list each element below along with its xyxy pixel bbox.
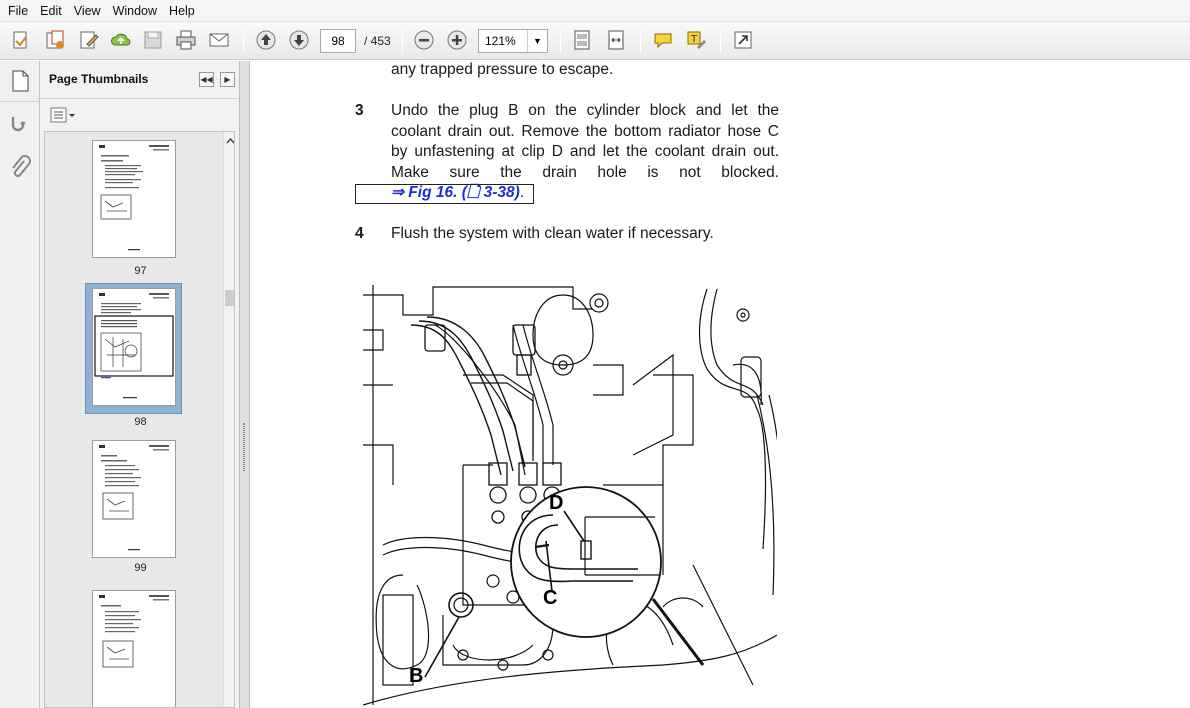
thumbnail-scrollbar[interactable] <box>223 132 235 707</box>
expand-icon[interactable] <box>730 27 756 53</box>
zoom-in-icon[interactable] <box>444 27 470 53</box>
create-pdf-icon[interactable] <box>8 27 34 53</box>
step-number: 3 <box>355 102 364 119</box>
thumbnail-label: 97 <box>134 265 147 277</box>
chevron-up-icon[interactable] <box>224 134 235 148</box>
page-total: / 453 <box>364 34 391 48</box>
menu-file[interactable]: File <box>2 0 34 22</box>
comment-icon[interactable] <box>650 27 676 53</box>
scrollbar-thumb[interactable] <box>225 290 234 306</box>
zoom-select[interactable]: 121% ▼ <box>478 29 548 53</box>
thumbnail-label: 98 <box>134 416 147 428</box>
step-number: 4 <box>355 225 364 242</box>
link-focus-box <box>355 184 534 204</box>
zoom-value: 121% <box>485 34 516 48</box>
next-page-icon[interactable] <box>286 27 312 53</box>
upload-cloud-icon[interactable] <box>108 27 134 53</box>
email-icon[interactable] <box>206 27 232 53</box>
page-thumbnails-panel: Page Thumbnails ◀◀ ▶ 97 98 99 <box>40 61 240 708</box>
zoom-out-icon[interactable] <box>411 27 437 53</box>
menu-window[interactable]: Window <box>107 0 163 22</box>
fit-page-icon[interactable] <box>569 27 595 53</box>
step-3-line-2: coolant drain out. Remove the bottom rad… <box>391 122 779 140</box>
panel-tools <box>40 100 240 130</box>
menu-bar: File Edit View Window Help <box>0 0 1190 22</box>
print-icon[interactable] <box>173 27 199 53</box>
figure-label-d: D <box>549 492 564 514</box>
panel-title: Page Thumbnails <box>49 72 149 86</box>
document-text-line: any trapped pressure to escape. <box>391 61 614 78</box>
edit-document-icon[interactable] <box>76 27 102 53</box>
collapse-panel-button[interactable]: ◀◀ <box>199 72 214 87</box>
figure-label-c: C <box>543 587 558 609</box>
figure-label-b: B <box>409 665 424 687</box>
panel-splitter[interactable] <box>240 61 250 708</box>
menu-view[interactable]: View <box>68 0 107 22</box>
engine-cooling-figure: D C B <box>362 285 784 707</box>
navigation-rail <box>0 61 40 708</box>
thumbnail-page-99[interactable] <box>92 440 176 558</box>
highlight-text-icon[interactable]: T <box>683 27 709 53</box>
thumbnail-page-97[interactable] <box>92 140 176 258</box>
panel-menu-button[interactable]: ▶ <box>220 72 235 87</box>
thumbnail-list[interactable]: 97 98 99 <box>44 131 235 708</box>
toolbar: 98 / 453 121% ▼ T <box>0 22 1190 60</box>
save-icon[interactable] <box>140 27 166 53</box>
svg-text:T: T <box>690 34 698 45</box>
menu-edit[interactable]: Edit <box>34 0 68 22</box>
panel-header: Page Thumbnails ◀◀ ▶ <box>40 61 240 99</box>
step-3-line-3: by unfastening at clip D and let the coo… <box>391 143 779 160</box>
chevron-down-icon[interactable]: ▼ <box>527 30 547 52</box>
options-menu-icon[interactable] <box>50 107 76 124</box>
step-4-text: Flush the system with clean water if nec… <box>391 225 714 242</box>
step-3-line-4: Make sure the drain hole is not blocked. <box>391 163 779 181</box>
page-number-input[interactable]: 98 <box>320 29 356 53</box>
menu-help[interactable]: Help <box>163 0 201 22</box>
step-3-line-1: Undo the plug B on the cylinder block an… <box>391 102 779 119</box>
previous-page-icon[interactable] <box>253 27 279 53</box>
paperclip-icon[interactable] <box>8 155 32 186</box>
fit-width-icon[interactable] <box>603 27 629 53</box>
page-thumbnails-icon[interactable] <box>9 69 31 98</box>
thumbnail-page-98[interactable] <box>92 288 176 406</box>
thumbnail-page-100[interactable] <box>92 590 176 707</box>
thumbnail-label: 99 <box>134 562 147 574</box>
attachment-chain-icon[interactable] <box>8 113 32 142</box>
document-view: any trapped pressure to escape. 3 Undo t… <box>250 61 1190 708</box>
combine-files-icon[interactable] <box>42 27 68 53</box>
